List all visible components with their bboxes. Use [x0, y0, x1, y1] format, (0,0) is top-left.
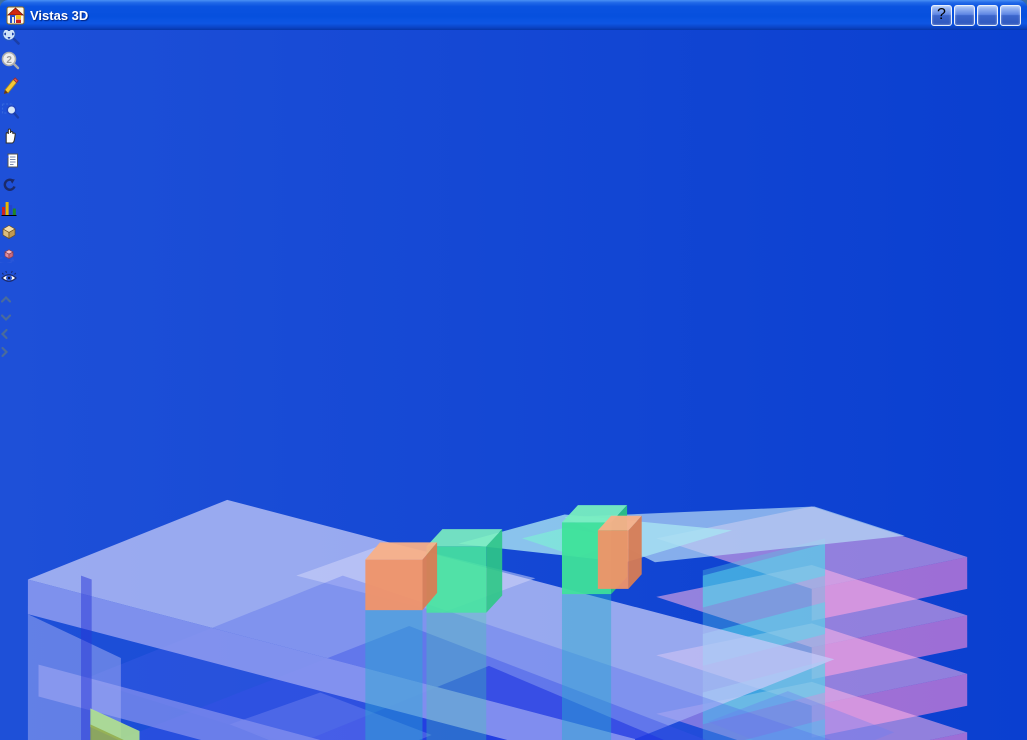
- title-bar[interactable]: Vistas 3D ?: [0, 0, 1027, 30]
- rotate-cube-icon: [0, 249, 15, 265]
- rotate-view-button[interactable]: [0, 245, 1027, 268]
- undo-rotation-button[interactable]: [0, 176, 1027, 199]
- visibility-button[interactable]: [0, 268, 1027, 291]
- rotate-up-button[interactable]: [0, 291, 1027, 309]
- svg-text:2: 2: [6, 55, 12, 66]
- maximize-button[interactable]: [977, 4, 998, 26]
- building-model: Z Y X: [27, 499, 968, 740]
- previous-zoom-button[interactable]: 2: [0, 50, 1027, 75]
- close-button[interactable]: [1000, 4, 1021, 26]
- 3d-viewport[interactable]: Z Y X: [0, 327, 1027, 740]
- zoom-window-button[interactable]: [0, 100, 1027, 125]
- bar-chart-icon: [1, 202, 17, 216]
- chevron-up-icon: [0, 295, 12, 303]
- copy-view-button[interactable]: [0, 150, 1027, 175]
- chevron-right-icon: [1, 346, 9, 358]
- rotate-right-button[interactable]: [0, 345, 1027, 363]
- main-area: Z Y X Referencia Sc_Aparcamiento_1 Sc_Re…: [0, 176, 1027, 740]
- solid-view-button[interactable]: [0, 222, 1027, 245]
- help-button[interactable]: ?: [931, 4, 952, 26]
- chevron-left-icon: [0, 328, 8, 340]
- chevron-down-icon: [0, 314, 12, 322]
- measure-pencil-button[interactable]: [0, 75, 1027, 100]
- rotate-left-button[interactable]: [0, 327, 1027, 345]
- previous-zoom-icon: 2: [1, 51, 20, 70]
- window-title: Vistas 3D: [30, 7, 89, 23]
- rotate-down-button[interactable]: [0, 309, 1027, 327]
- pan-button[interactable]: [0, 125, 1027, 150]
- horizontal-rotation-scrollbar[interactable]: [0, 327, 1027, 363]
- help-icon: ?: [937, 6, 946, 23]
- zoom-window-icon: [1, 103, 20, 119]
- vistas-3d-window: Vistas 3D ? R: [0, 0, 1027, 740]
- copy-view-icon: [1, 153, 18, 168]
- model-shafts: [365, 594, 612, 740]
- solid-box-icon: [2, 225, 16, 240]
- minimize-button[interactable]: [954, 4, 975, 26]
- app-house-icon: [6, 6, 25, 24]
- chart-view-button[interactable]: [0, 199, 1027, 222]
- pencil-icon: [3, 77, 19, 94]
- left-toolbar: [0, 176, 1027, 327]
- eye-icon: [1, 270, 17, 282]
- pan-hand-icon: [5, 128, 16, 144]
- undo-rotation-icon: [3, 178, 16, 191]
